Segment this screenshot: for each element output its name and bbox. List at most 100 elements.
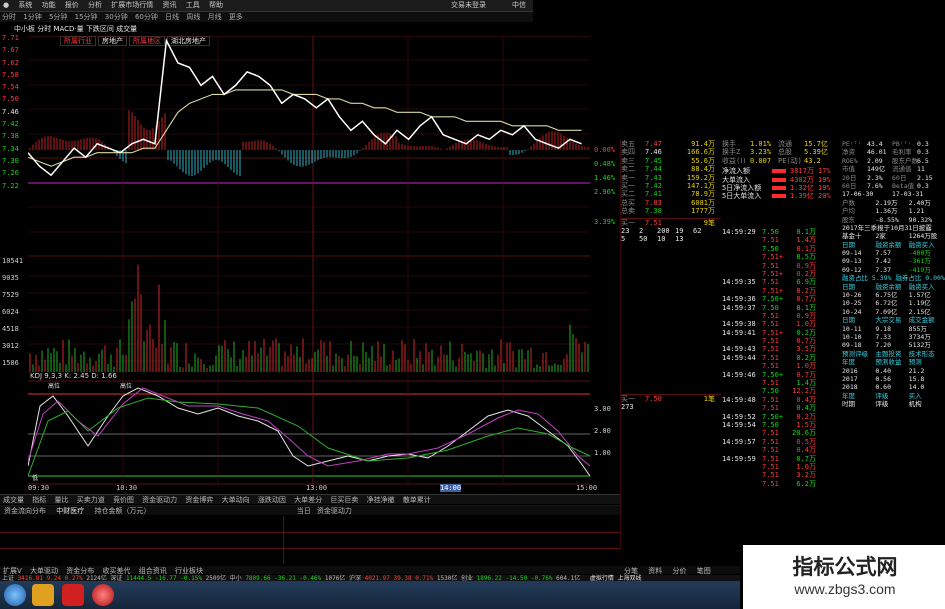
info-cell: 7.37 <box>875 265 891 274</box>
status-tab[interactable]: 组合资讯 <box>139 567 167 575</box>
info-row: 10-25 6.72亿 1.19亿 <box>842 299 945 307</box>
flow-bar <box>772 194 786 199</box>
period-tab[interactable]: 30分钟 <box>105 12 128 22</box>
ob-volume: 147.1万 <box>686 181 715 190</box>
menu-item[interactable]: 系统 <box>18 0 32 11</box>
price-tick: 7.50 <box>2 95 19 104</box>
login-status[interactable]: 交易未登录 <box>451 0 486 11</box>
tick-row: 14:59:52 7.50+ 0.2万 <box>722 413 840 421</box>
period-tab[interactable]: 分时 <box>2 12 16 22</box>
info-cell: 0.40 <box>875 366 891 375</box>
period-tab[interactable]: 更多 <box>229 12 243 22</box>
trading-app-icon[interactable] <box>62 584 84 606</box>
tick-volume: 0.4万 <box>796 404 816 413</box>
indicator-tab[interactable]: 大单动向 <box>222 496 250 504</box>
tick-volume: 8.1万 <box>796 303 816 312</box>
broker-label[interactable]: 中信 <box>512 0 526 11</box>
detail-tab[interactable]: 笔图 <box>697 567 711 575</box>
ob-buy-price[interactable]: 7.51 <box>645 219 675 227</box>
fund-tab[interactable]: 当日 <box>297 507 311 515</box>
info-cell: 15.8 <box>908 374 925 383</box>
tick-volume: 3.2万 <box>796 471 816 480</box>
info-cell: 3734万 <box>908 332 931 341</box>
info-cell: 7.57 <box>875 249 891 258</box>
status-tab[interactable]: 扩展V <box>3 567 22 575</box>
tick-price: 7.50 <box>762 420 779 429</box>
ob-buy-price[interactable]: 7.50 <box>645 395 675 403</box>
menu-item[interactable]: 功能 <box>42 0 56 11</box>
info-cell: 2.40万 <box>908 198 931 207</box>
ob-price[interactable]: 7.47 <box>645 140 675 148</box>
period-tab[interactable]: 5分钟 <box>49 12 67 22</box>
info-cell: 43.4 <box>867 140 883 148</box>
indicator-tab[interactable]: 巨买巨卖 <box>330 496 358 504</box>
menu-item[interactable]: 帮助 <box>209 0 223 11</box>
detail-tab[interactable]: 资料 <box>648 567 662 575</box>
indicator-tab[interactable]: 资金博弈 <box>185 496 213 504</box>
status-tab[interactable]: 收买差代 <box>103 567 131 575</box>
indicator-tab[interactable]: 净挂净撤 <box>367 496 395 504</box>
ob-price[interactable]: 7.43 <box>645 174 675 182</box>
tick-row: 14:59:36 7.50+ 0.7万 <box>722 295 840 303</box>
info-cell: 2017 <box>842 374 858 383</box>
ob-price[interactable]: 7.45 <box>645 157 675 165</box>
fund-tab[interactable]: 资金驱动力 <box>317 507 352 515</box>
info-cell: 融资买入 <box>908 240 935 249</box>
menu-item[interactable]: 分析 <box>88 0 102 11</box>
info-cell: 户数 <box>842 198 855 207</box>
fund-tab[interactable]: 持仓金额（万元） <box>94 507 150 515</box>
menu-item[interactable]: 资讯 <box>163 0 177 11</box>
ob-price[interactable]: 7.41 <box>645 190 675 198</box>
fund-tab[interactable]: 资金流向分布 <box>4 507 46 515</box>
indicator-tab[interactable]: 指标 <box>32 496 46 504</box>
status-tab[interactable]: 行业板块 <box>175 567 203 575</box>
ob-total-volume: 6081万 <box>691 198 715 207</box>
period-tab[interactable]: 周线 <box>186 12 200 22</box>
tick-time: 14:59:37 <box>722 303 756 312</box>
price-tick: 7.46 <box>2 107 19 116</box>
tick-price: 7.51 <box>762 311 779 320</box>
stat-value: 0.007 <box>750 156 772 165</box>
menu-item[interactable]: 工具 <box>186 0 200 11</box>
indicator-tab[interactable]: 成交量 <box>3 496 24 504</box>
flow-pct: 17% <box>818 167 831 176</box>
detail-tab[interactable]: 分笔 <box>624 567 638 575</box>
period-toolbar: 分时 1分钟 5分钟 15分钟 30分钟 60分钟 日线 周线 月线 更多 <box>0 12 533 22</box>
fund-tab[interactable]: 中财医疗 <box>56 507 84 515</box>
detail-tab[interactable]: 分价 <box>672 567 686 575</box>
tick-volume: 0.2万 <box>796 269 816 278</box>
status-tab[interactable]: 资金分布 <box>66 567 94 575</box>
menu-item[interactable]: 报价 <box>65 0 79 11</box>
indicator-tab[interactable]: 涨跌动因 <box>258 496 286 504</box>
indicator-tab[interactable]: 散单累计 <box>403 496 431 504</box>
folder-icon[interactable] <box>32 584 54 606</box>
tick-row: 7.51 0.7万 <box>722 337 840 345</box>
status-tab[interactable]: 大单驱动 <box>30 567 58 575</box>
queue-cell: 273 <box>621 403 634 412</box>
indicator-tab[interactable]: 买卖力道 <box>77 496 105 504</box>
indicator-tab[interactable]: 大单差分 <box>294 496 322 504</box>
tick-price: 7.51 <box>762 337 779 346</box>
tick-row: 14:59:46 7.50+ 0.7万 <box>722 371 840 379</box>
tick-time: 14:59:38 <box>722 320 756 329</box>
period-tab[interactable]: 15分钟 <box>75 12 98 22</box>
menu-item[interactable]: 扩展市场行情 <box>111 0 153 11</box>
period-tab[interactable]: 月线 <box>208 12 222 22</box>
tick-row: 14:59:57 7.51 0.5万 <box>722 438 840 446</box>
indicator-tab[interactable]: 竞价图 <box>113 496 134 504</box>
ob-price[interactable]: 7.42 <box>645 182 675 190</box>
info-row: 10-10 7.33 3734万 <box>842 333 945 341</box>
period-tab[interactable]: 60分钟 <box>135 12 158 22</box>
tick-price: 7.51 <box>762 479 779 488</box>
start-button-icon[interactable] <box>4 584 26 606</box>
indicator-tab[interactable]: 资金驱动力 <box>142 496 177 504</box>
period-tab[interactable]: 1分钟 <box>23 12 41 22</box>
ob-price[interactable]: 7.44 <box>645 165 675 173</box>
browser-icon[interactable] <box>92 584 114 606</box>
ob-price[interactable]: 7.46 <box>645 148 675 156</box>
volume-bars <box>29 264 589 372</box>
indicator-tab[interactable]: 量比 <box>54 496 68 504</box>
price-tick: 7.67 <box>2 46 19 55</box>
period-tab[interactable]: 日线 <box>165 12 179 22</box>
tick-price: 7.50 <box>762 228 779 236</box>
